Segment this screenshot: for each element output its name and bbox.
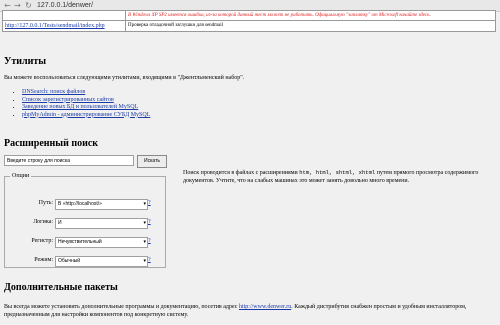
search-button[interactable]: Искать [137,155,167,168]
select-value: В «http://localhost/» [58,201,102,207]
packages-text: Вы всегда можете установить дополнительн… [4,303,496,319]
case-help-link[interactable]: ? [148,238,151,244]
tests-table: В Windows XP SP2 имеется ошибка, из-за к… [2,10,496,32]
select-value: И [58,220,62,226]
sendmail-description: Проверка отладочной заглушки для sendmai… [128,23,224,28]
table-cell-empty [2,10,126,21]
reload-icon[interactable]: ↻ [24,1,33,10]
chevron-down-icon: ▾ [143,201,146,207]
logic-select[interactable]: И ▾ [55,218,148,229]
logic-help-link[interactable]: ? [148,219,151,225]
option-label: Режим: [34,257,53,263]
mode-select[interactable]: Обычный ▾ [55,256,148,267]
options-legend: Опции [12,173,30,179]
option-row-mode: Режим: Обычный ▾ ? [5,256,165,267]
list-item: DNSearch: поиск файлов [22,89,150,97]
mysql-new-db-link[interactable]: Заведение новых БД и пользователей MySQL [22,104,138,110]
mode-help-link[interactable]: ? [148,257,151,263]
dnsearch-link[interactable]: DNSearch: поиск файлов [22,89,85,95]
sendmail-test-link[interactable]: http://127.0.0.1/Tests/sendmail/index.ph… [5,23,105,29]
search-form: Искать Опции Путь: В «http://localhost/»… [4,155,174,270]
select-value: Обычный [58,258,81,264]
options-fieldset: Опции Путь: В «http://localhost/» ▾ ? Лог… [4,173,166,268]
chevron-down-icon: ▾ [143,258,146,264]
option-row-path: Путь: В «http://localhost/» ▾ ? [5,199,165,210]
option-row-logic: Логика: И ▾ ? [5,218,165,229]
option-row-case: Регистр: Нечувствительный ▾ ? [5,237,165,248]
xp-sp2-warning: В Windows XP SP2 имеется ошибка, из-за к… [128,13,431,18]
case-select[interactable]: Нечувствительный ▾ [55,237,148,248]
utilities-intro: Вы можете воспользоваться следующими ути… [4,75,245,81]
hint-text: Поиск проводится в файлах с расширениями [183,170,300,176]
packages-heading: Дополнительные пакеты [4,282,118,293]
list-item: Список зарегистрированных сайтов [22,97,150,105]
utilities-heading: Утилиты [4,56,47,67]
back-arrow-icon[interactable]: ← [3,1,12,10]
list-item: phpMyAdmin - администрирование СУБД MySQ… [22,112,150,120]
utilities-list: DNSearch: поиск файлов Список зарегистри… [14,89,150,119]
address-bar[interactable]: 127.0.0.1/denwer/ [37,1,93,10]
option-label: Регистр: [31,238,53,244]
path-select[interactable]: В «http://localhost/» ▾ [55,199,148,210]
option-label: Логика: [33,219,53,225]
path-help-link[interactable]: ? [148,200,151,206]
search-input[interactable] [4,155,134,166]
table-cell-link: http://127.0.0.1/Tests/sendmail/index.ph… [2,20,126,32]
list-item: Заведение новых БД и пользователей MySQL [22,104,150,112]
page-content: В Windows XP SP2 имеется ошибка, из-за к… [0,10,500,325]
phpmyadmin-link[interactable]: phpMyAdmin - администрирование СУБД MySQ… [22,112,150,118]
chevron-down-icon: ▾ [143,220,146,226]
hint-extensions: htm, html, shtml, xhtml [299,169,376,176]
select-value: Нечувствительный [58,239,102,245]
table-cell-error: В Windows XP SP2 имеется ошибка, из-за к… [125,10,496,21]
search-hint: Поиск проводится в файлах с расширениями… [183,169,493,185]
packages-text-part: Вы всегда можете установить дополнительн… [4,304,239,310]
sites-list-link[interactable]: Список зарегистрированных сайтов [22,97,114,103]
table-cell-desc: Проверка отладочной заглушки для sendmai… [125,20,496,32]
forward-arrow-icon[interactable]: → [13,1,22,10]
chevron-down-icon: ▾ [143,239,146,245]
option-label: Путь: [38,200,53,206]
denwer-site-link[interactable]: http://www.denwer.ru [239,304,291,310]
search-heading: Расширенный поиск [4,138,99,149]
